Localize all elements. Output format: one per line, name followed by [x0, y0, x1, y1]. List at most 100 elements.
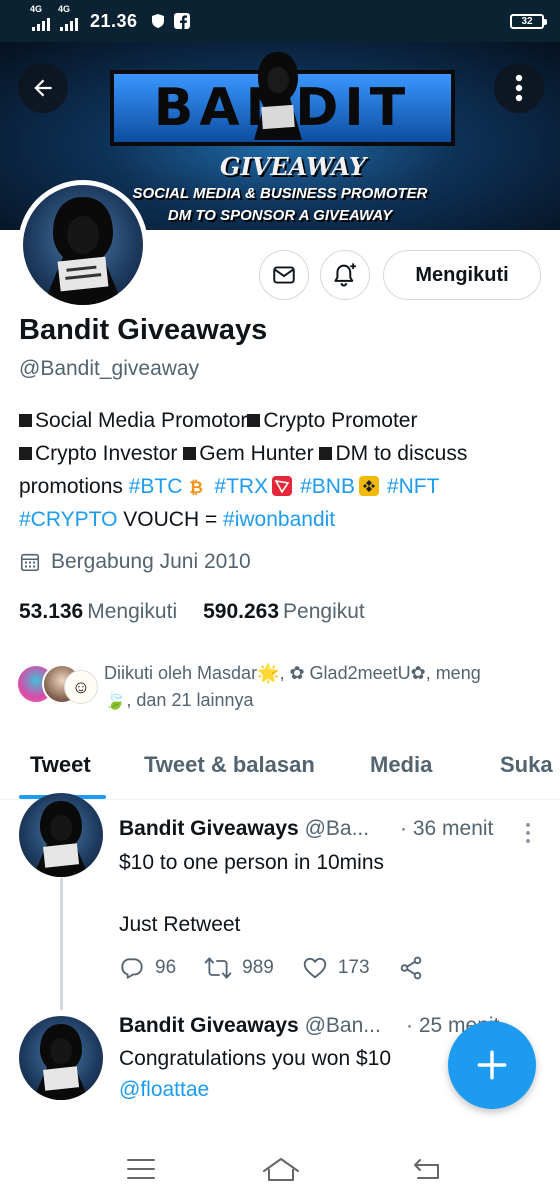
- like-count: 173: [337, 957, 370, 978]
- calendar-icon: [20, 553, 40, 572]
- thread-line: [60, 878, 63, 1010]
- facebook-icon: [173, 13, 190, 29]
- bio-text: DM to discuss: [335, 442, 468, 465]
- tweet-author-name[interactable]: Bandit Giveaways: [119, 1014, 299, 1037]
- hashtag-nft[interactable]: #NFT: [387, 475, 440, 498]
- network-type-2: 4G: [58, 3, 71, 14]
- network-type-1: 4G: [30, 3, 43, 14]
- tweet-author-handle: @Ban...: [304, 1014, 381, 1037]
- more-options-button[interactable]: [494, 63, 544, 113]
- hashtag-trx[interactable]: #TRX: [214, 475, 268, 498]
- bell-plus-icon: [334, 263, 357, 287]
- followed-by-text: Diikuti oleh Masdar🌟, ✿ Glad2meetU✿, men…: [104, 660, 524, 714]
- mail-icon: [273, 266, 295, 284]
- hashtag-crypto[interactable]: #CRYPTO: [19, 508, 117, 531]
- signal-1: 4G: [30, 4, 50, 31]
- status-bar: 4G 4G 21.36 32: [0, 0, 560, 42]
- bio-text: Social Media Promotor: [35, 409, 248, 432]
- followed-by-line: 🍃, dan 21 lainnya: [104, 690, 254, 710]
- retweet-count: 989: [242, 957, 274, 978]
- retweet-icon: [204, 957, 232, 979]
- bio-text: Gem Hunter: [199, 442, 320, 465]
- follower-avatar: ☺: [64, 670, 98, 704]
- tweet-header: Bandit Giveaways @Ban...: [119, 1014, 381, 1038]
- compose-tweet-button[interactable]: [448, 1021, 536, 1109]
- following-button[interactable]: Mengikuti: [383, 250, 541, 300]
- reply-button[interactable]: 96: [119, 955, 176, 981]
- tweet-text: $10 to one person in 10mins Just Retweet: [119, 847, 539, 940]
- bitcoin-icon: ₿: [186, 477, 206, 497]
- tweet-author-handle: @Ba...: [304, 817, 370, 840]
- hashtag-bnb[interactable]: #BNB: [300, 475, 355, 498]
- tweet-line: $10 to one person in 10mins: [119, 851, 385, 874]
- square-bullet-icon: [319, 447, 333, 460]
- home-icon[interactable]: [262, 1156, 300, 1184]
- tweet-time: · 36 menit: [400, 817, 494, 840]
- notification-button[interactable]: [320, 250, 370, 300]
- tweet-actions: 96 989 173: [119, 955, 452, 981]
- hooded-figure-icon: [254, 52, 302, 140]
- square-bullet-icon: [19, 447, 32, 460]
- following-label: Mengikuti: [87, 600, 178, 623]
- tweet-header: Bandit Giveaways @Ba...: [119, 817, 369, 841]
- reply-count: 96: [155, 957, 177, 978]
- bio-line-1: Social Media Promotor Crypto Promoter: [19, 404, 549, 437]
- follow-stats: 53.136 Mengikuti 590.263 Pengikut: [19, 600, 365, 624]
- tweet-author-name[interactable]: Bandit Giveaways: [119, 817, 299, 840]
- tab-tweet[interactable]: Tweet: [30, 752, 91, 778]
- back-nav-icon[interactable]: [412, 1156, 442, 1182]
- followers-count: 590.263: [203, 600, 280, 623]
- followers-stat[interactable]: 590.263 Pengikut: [203, 600, 365, 624]
- menu-icon[interactable]: [126, 1156, 156, 1182]
- followed-by-line: Diikuti oleh Masdar🌟, ✿ Glad2meetU✿, men…: [104, 663, 481, 683]
- bio-line-4: #CRYPTO VOUCH = #iwonbandit: [19, 503, 549, 536]
- more-vertical-icon: [515, 74, 523, 102]
- tab-likes[interactable]: Suka: [500, 752, 553, 778]
- svg-text:₿: ₿: [189, 478, 203, 496]
- tweet-more-icon[interactable]: [520, 818, 536, 848]
- avatar-image: [23, 185, 143, 305]
- profile-bio: Social Media Promotor Crypto Promoter Cry…: [19, 404, 549, 536]
- profile-tabs: Tweet Tweet & balasan Media Suka: [0, 740, 560, 800]
- tweet-line: Just Retweet: [119, 913, 241, 936]
- tab-tweets-replies[interactable]: Tweet & balasan: [144, 752, 315, 778]
- signal-2: 4G: [58, 4, 78, 31]
- display-name: Bandit Giveaways: [19, 314, 268, 346]
- status-time: 21.36: [90, 10, 138, 31]
- profile-avatar[interactable]: [18, 180, 148, 310]
- square-bullet-icon: [183, 447, 197, 460]
- message-button[interactable]: [259, 250, 309, 300]
- tron-icon: [272, 476, 293, 496]
- compose-plus-icon: [477, 1050, 507, 1080]
- battery-indicator: 32: [510, 13, 547, 29]
- bio-line-3: promotions #BTC ₿ #TRX #BNB #NFT: [19, 470, 549, 503]
- share-button[interactable]: [398, 955, 424, 981]
- tab-media[interactable]: Media: [370, 752, 432, 778]
- bio-text: promotions: [19, 475, 129, 498]
- follower-avatars: ☺: [16, 664, 98, 710]
- system-nav-bar: [0, 1140, 560, 1200]
- joined-date: Bergabung Juni 2010: [19, 550, 251, 574]
- back-button[interactable]: [18, 63, 68, 113]
- shield-icon: [150, 13, 166, 29]
- square-bullet-icon: [247, 414, 261, 427]
- like-icon: [303, 957, 327, 979]
- like-button[interactable]: 173: [302, 955, 370, 981]
- bio-text: Crypto Promoter: [263, 409, 418, 432]
- banner-subtitle: GIVEAWAY: [220, 152, 367, 181]
- bio-text: VOUCH =: [117, 508, 224, 531]
- square-bullet-icon: [19, 414, 32, 427]
- followed-by[interactable]: ☺ Diikuti oleh Masdar🌟, ✿ Glad2meetU✿, m…: [16, 660, 524, 714]
- binance-icon: [358, 476, 379, 496]
- following-count: 53.136: [19, 600, 84, 623]
- tweet-avatar[interactable]: [19, 1016, 103, 1100]
- following-stat[interactable]: 53.136 Mengikuti: [19, 600, 177, 624]
- hashtag-iwonbandit[interactable]: #iwonbandit: [223, 508, 335, 531]
- followers-label: Pengikut: [283, 600, 365, 623]
- reply-icon: [121, 958, 143, 979]
- retweet-button[interactable]: 989: [204, 955, 274, 981]
- bio-text: Crypto Investor: [35, 442, 184, 465]
- bio-line-2: Crypto Investor Gem Hunter DM to discuss: [19, 437, 549, 470]
- tweet-avatar[interactable]: [19, 793, 103, 877]
- hashtag-btc[interactable]: #BTC: [129, 475, 183, 498]
